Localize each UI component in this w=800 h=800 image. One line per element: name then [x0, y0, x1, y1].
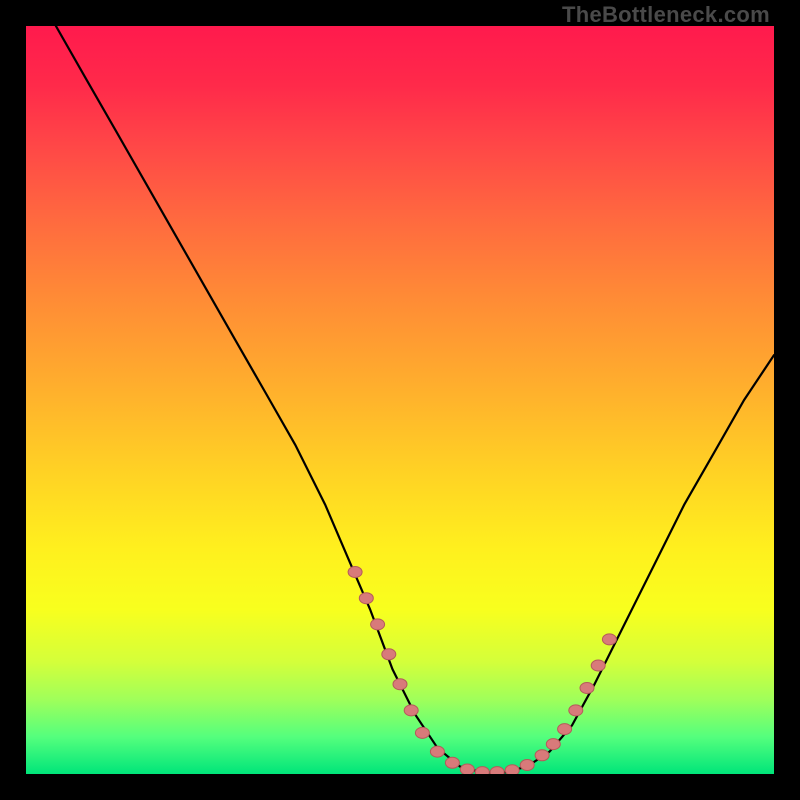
curve-marker — [475, 767, 489, 774]
curve-marker — [359, 593, 373, 604]
outer-frame: TheBottleneck.com — [0, 0, 800, 800]
curve-marker — [546, 739, 560, 750]
curve-marker — [460, 764, 474, 774]
curve-marker — [393, 679, 407, 690]
curve-marker — [404, 705, 418, 716]
curve-marker — [371, 619, 385, 630]
curve-marker — [558, 724, 572, 735]
watermark-text: TheBottleneck.com — [562, 2, 770, 28]
curve-marker — [415, 727, 429, 738]
curve-marker — [348, 567, 362, 578]
curve-marker — [602, 634, 616, 645]
chart-plot-area — [26, 26, 774, 774]
curve-marker — [591, 660, 605, 671]
curve-marker — [569, 705, 583, 716]
curve-marker — [430, 746, 444, 757]
curve-marker — [505, 765, 519, 774]
curve-marker — [535, 750, 549, 761]
curve-marker — [520, 760, 534, 771]
curve-marker — [490, 767, 504, 774]
curve-marker — [382, 649, 396, 660]
chart-svg — [26, 26, 774, 774]
curve-marker — [445, 757, 459, 768]
bottleneck-curve — [56, 26, 774, 773]
curve-marker — [580, 683, 594, 694]
curve-markers — [348, 567, 616, 775]
